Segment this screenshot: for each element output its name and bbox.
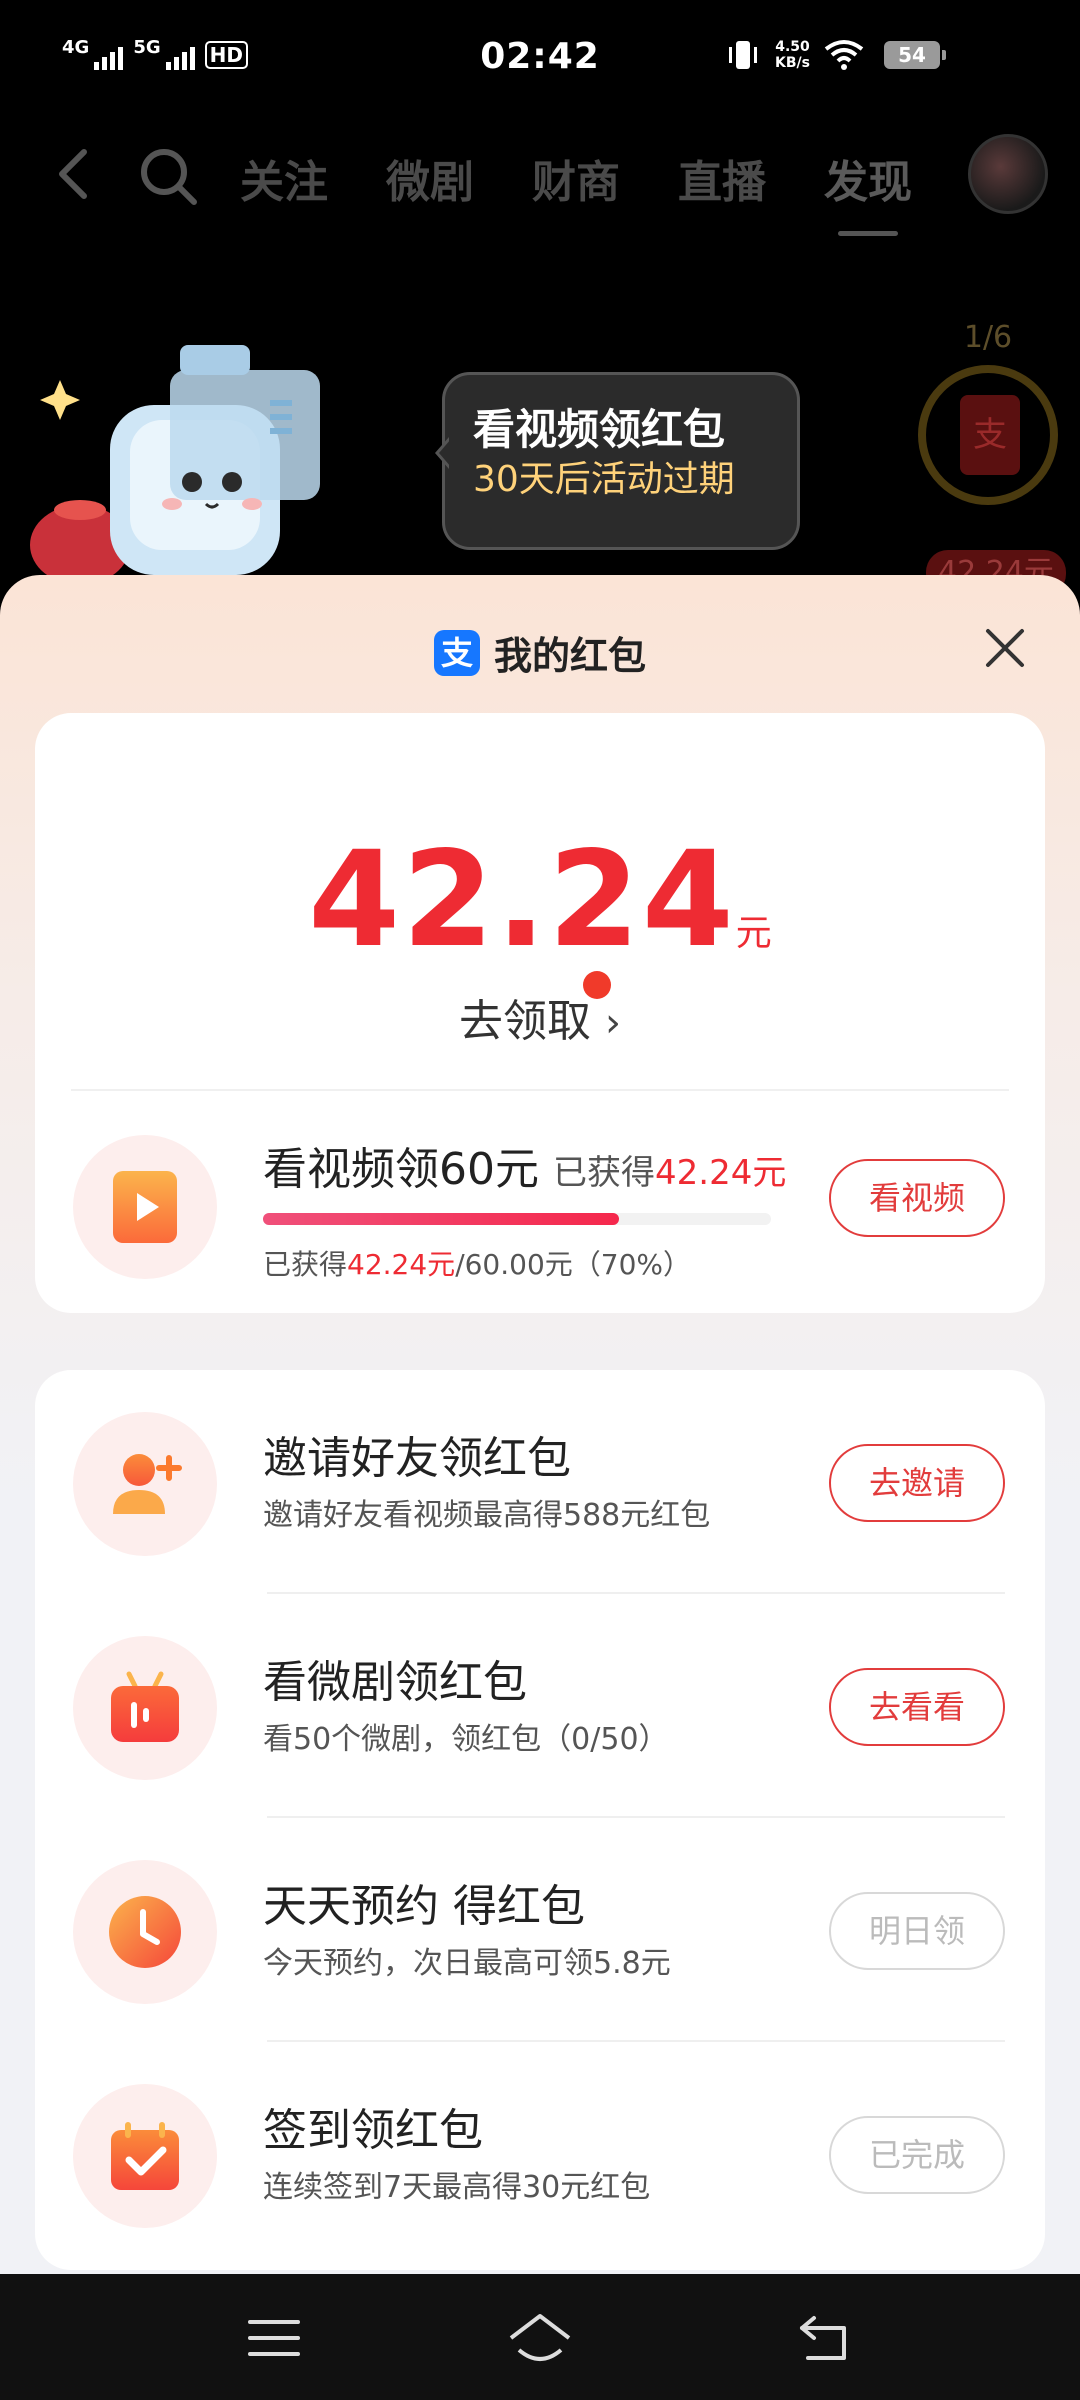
task-icon-bg: [73, 1636, 217, 1780]
home-icon[interactable]: [505, 2310, 575, 2366]
mascot-illustration: [30, 345, 320, 585]
promo-banner: 看视频领红包 30天后活动过期 1/6 支 42.24元: [0, 300, 1080, 596]
close-icon[interactable]: [980, 623, 1030, 673]
video-task-icon-bg: [73, 1135, 217, 1279]
vibrate-icon: [729, 41, 758, 69]
task-row-checkin: 签到领红包 连续签到7天最高得30元红包 已完成: [35, 2042, 1045, 2242]
video-task-title-text: 看视频领60元: [263, 1144, 539, 1195]
tab-micro-drama[interactable]: 微剧: [386, 146, 474, 210]
progress-suffix: /60.00元（70%）: [455, 1248, 692, 1281]
alipay-logo-icon: 支: [433, 629, 480, 676]
task-subtitle: 看50个微剧，领红包（0/50）: [263, 1722, 669, 1757]
divider: [71, 1089, 1009, 1091]
video-task-earned: 已获得42.24元: [553, 1153, 786, 1193]
tasks-card: 邀请好友领红包 邀请好友看视频最高得588元红包 去邀请 看微剧领红包 看50个…: [35, 1370, 1045, 2270]
claim-link[interactable]: 去领取 ›: [35, 971, 1045, 1049]
task-icon-bg: [73, 1860, 217, 2004]
promo-bubble[interactable]: 看视频领红包 30天后活动过期: [435, 372, 800, 550]
completed-button[interactable]: 已完成: [829, 2116, 1005, 2194]
task-row-invite: 邀请好友领红包 邀请好友看视频最高得588元红包 去邀请: [35, 1370, 1045, 1570]
battery-icon: 54: [884, 41, 946, 69]
tab-live[interactable]: 直播: [678, 146, 766, 210]
task-row-micro-drama: 看微剧领红包 看50个微剧，领红包（0/50） 去看看: [35, 1594, 1045, 1794]
balance-card: 42.24元 去领取 › 看视频领60元 已获得42.24元 已获得42.24元…: [35, 713, 1045, 1313]
video-progress-bar: [263, 1213, 771, 1225]
task-title: 邀请好友领红包: [263, 1433, 571, 1484]
back-icon[interactable]: [48, 144, 98, 204]
status-bar: 4G 5G HD 02:42 4.50 KB/s 54: [0, 0, 1080, 120]
bubble-subtitle: 30天后活动过期: [473, 459, 735, 500]
task-title: 天天预约 得红包: [263, 1881, 585, 1932]
earned-prefix: 已获得: [553, 1153, 655, 1193]
task-row-reserve: 天天预约 得红包 今天预约，次日最高可领5.8元 明日领: [35, 1818, 1045, 2018]
video-progress-text: 已获得42.24元/60.00元（70%）: [263, 1243, 691, 1283]
task-title: 看微剧领红包: [263, 1657, 527, 1708]
sheet-header: 支 我的红包: [0, 625, 1080, 680]
invite-button[interactable]: 去邀请: [829, 1444, 1005, 1522]
screen: 4G 5G HD 02:42 4.50 KB/s 54 关注 微剧 财商 直播 …: [0, 0, 1080, 2400]
reward-progress-widget[interactable]: 1/6 支 42.24元: [918, 320, 1066, 596]
tab-discover[interactable]: 发现: [824, 146, 912, 236]
top-nav: 关注 微剧 财商 直播 发现: [0, 120, 1080, 236]
nav-tabs: 关注 微剧 财商 直播 发现: [240, 146, 912, 236]
balance-value: 42.24: [308, 823, 736, 977]
earned-value: 42.24元: [655, 1153, 787, 1193]
network-speed: 4.50 KB/s: [775, 39, 810, 71]
progress-prefix: 已获得: [263, 1248, 348, 1281]
wifi-icon: [824, 40, 864, 70]
red-packet-sheet: 支 我的红包 42.24元 去领取 › 看视频领60元 已获得42.24元 已获…: [0, 575, 1080, 2275]
progress-ring: 支: [918, 365, 1058, 505]
tab-finance[interactable]: 财商: [532, 146, 620, 210]
claim-label: 去领取: [459, 996, 591, 1047]
avatar[interactable]: [968, 134, 1048, 214]
balance-unit: 元: [735, 913, 772, 954]
red-envelope-icon: 支: [960, 395, 1020, 475]
tv-icon: [111, 1671, 179, 1742]
clock-icon: [109, 1896, 181, 1968]
task-icon-bg: [73, 1412, 217, 1556]
watch-video-button[interactable]: 看视频: [829, 1159, 1005, 1237]
task-subtitle: 邀请好友看视频最高得588元红包: [263, 1498, 711, 1533]
back-nav-icon[interactable]: [796, 2310, 856, 2366]
sheet-title: 我的红包: [493, 634, 646, 678]
task-subtitle: 今天预约，次日最高可领5.8元: [263, 1946, 671, 1981]
watch-drama-button[interactable]: 去看看: [829, 1668, 1005, 1746]
claim-tomorrow-button[interactable]: 明日领: [829, 1892, 1005, 1970]
play-icon: [113, 1171, 177, 1243]
video-progress-fill: [263, 1213, 619, 1225]
task-subtitle: 连续签到7天最高得30元红包: [263, 2170, 651, 2205]
progress-value: 42.24元: [347, 1248, 456, 1281]
search-icon[interactable]: [136, 144, 200, 208]
bubble-title: 看视频领红包: [473, 405, 726, 454]
notification-dot: [583, 971, 611, 999]
video-task-title: 看视频领60元 已获得42.24元: [263, 1133, 786, 1197]
task-icon-bg: [73, 2084, 217, 2228]
calendar-check-icon: [111, 2122, 179, 2190]
menu-icon[interactable]: [244, 2310, 304, 2366]
progress-count: 1/6: [963, 320, 1013, 355]
balance-amount: 42.24元: [35, 823, 1045, 977]
speed-unit: KB/s: [775, 55, 810, 71]
task-title: 签到领红包: [263, 2105, 483, 2156]
status-icons: 4.50 KB/s 54: [725, 38, 946, 72]
system-nav-bar: [0, 2274, 1080, 2400]
tab-follow[interactable]: 关注: [240, 146, 328, 210]
video-task-row: 看视频领60元 已获得42.24元 已获得42.24元/60.00元（70%） …: [35, 1093, 1045, 1293]
speed-value: 4.50: [775, 39, 810, 55]
chevron-right-icon: ›: [605, 1000, 621, 1046]
add-person-icon: [113, 1454, 182, 1514]
